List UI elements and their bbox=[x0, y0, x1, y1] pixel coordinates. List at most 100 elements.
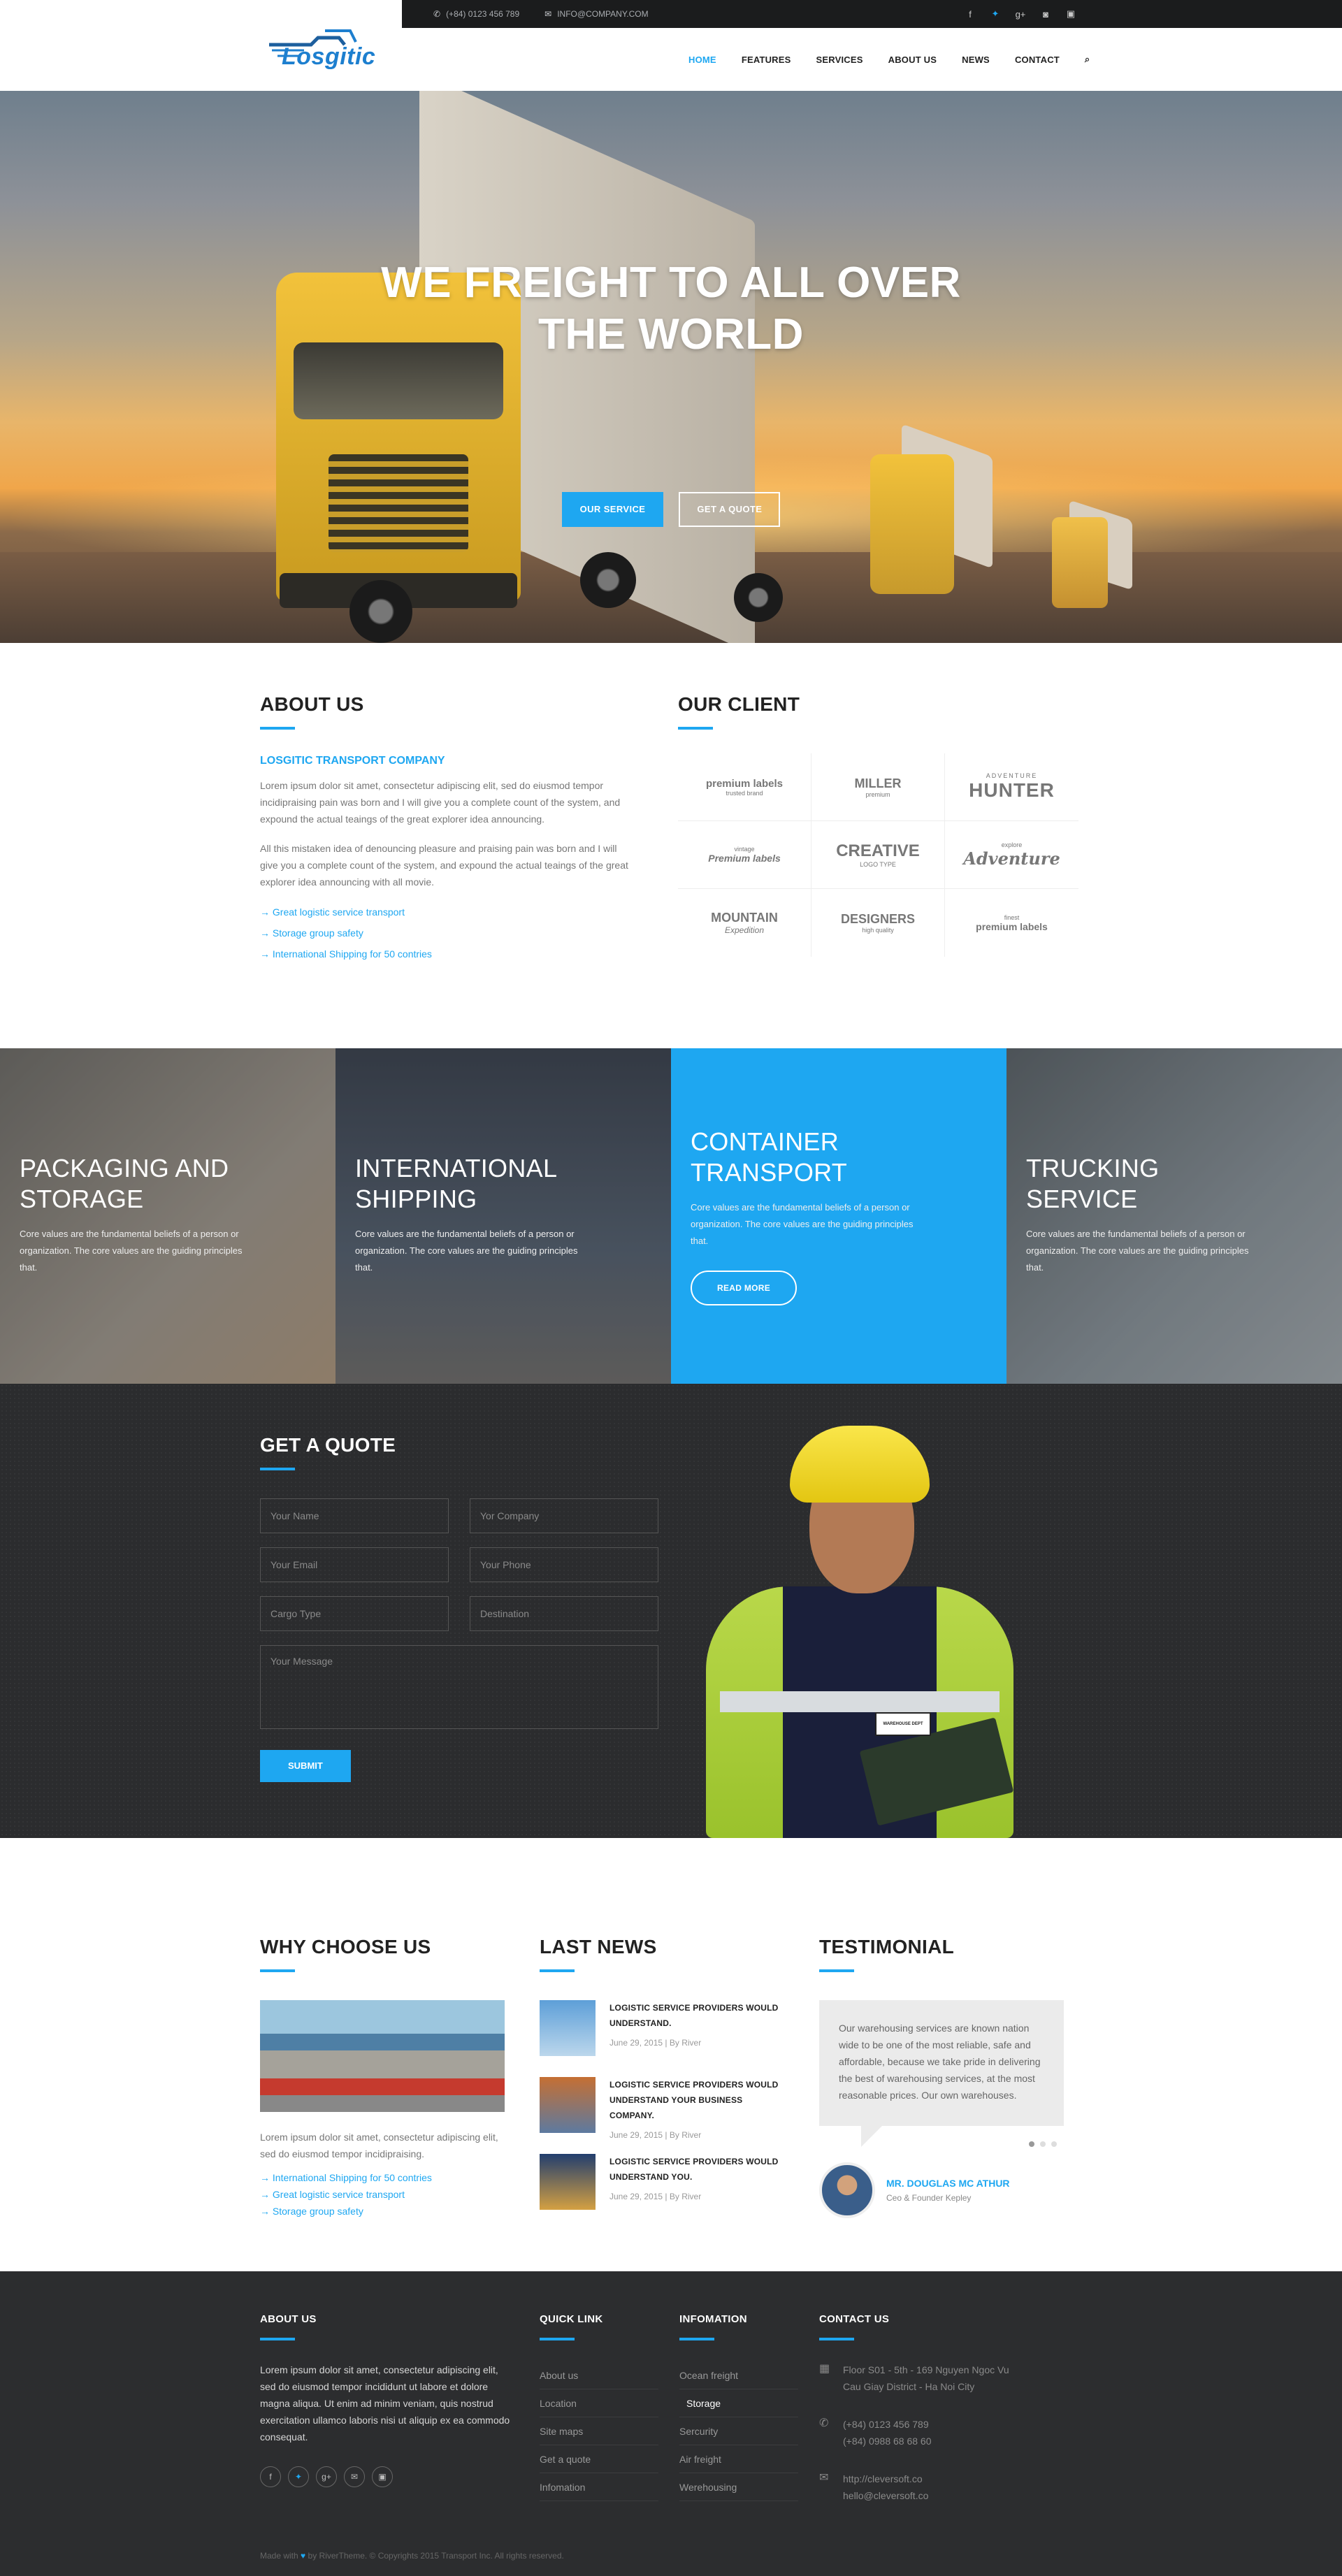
news-item[interactable]: LOGISTIC SERVICE PROVIDERS WOULD UNDERST… bbox=[540, 2000, 784, 2056]
news-item[interactable]: LOGISTIC SERVICE PROVIDERS WOULD UNDERST… bbox=[540, 2077, 784, 2140]
get-a-quote-button[interactable]: GET A QUOTE bbox=[679, 492, 781, 527]
footer-link[interactable]: Air freight bbox=[679, 2445, 798, 2473]
destination-input[interactable]: Destination bbox=[470, 1596, 658, 1631]
news-meta: June 29, 2015 | By River bbox=[609, 2192, 702, 2201]
carousel-dot[interactable] bbox=[1029, 2141, 1034, 2147]
nav-home[interactable]: HOME bbox=[688, 55, 716, 65]
read-more-button[interactable]: READ MORE bbox=[691, 1271, 798, 1305]
footer-link[interactable]: Storage bbox=[679, 2389, 798, 2417]
news-headline[interactable]: LOGISTIC SERVICE PROVIDERS WOULD UNDERST… bbox=[609, 2154, 784, 2185]
facebook-icon[interactable]: f bbox=[965, 9, 976, 20]
news-headline[interactable]: LOGISTIC SERVICE PROVIDERS WOULD UNDERST… bbox=[609, 2000, 784, 2031]
title-underline bbox=[260, 2338, 295, 2340]
news-thumbnail[interactable] bbox=[540, 2154, 596, 2210]
about-subtitle: LOSGITIC TRANSPORT COMPANY bbox=[260, 755, 445, 767]
why-link[interactable]: → International Shipping for 50 contries bbox=[260, 2169, 505, 2186]
service-card-trucking[interactable]: TRUCKING SERVICE Core values are the fund… bbox=[1006, 1048, 1342, 1384]
footer-link[interactable]: Location bbox=[540, 2389, 658, 2417]
worker-badge: WAREHOUSE DEPT bbox=[875, 1712, 931, 1736]
twitter-icon[interactable]: ✦ bbox=[288, 2466, 309, 2487]
nav-about-us[interactable]: ABOUT US bbox=[888, 55, 937, 65]
name-input[interactable]: Your Name bbox=[260, 1498, 449, 1533]
message-textarea[interactable]: Your Message bbox=[260, 1645, 658, 1729]
search-icon[interactable]: ⌕ bbox=[1085, 54, 1090, 65]
google-plus-icon[interactable]: g+ bbox=[316, 2466, 337, 2487]
title-underline bbox=[260, 727, 295, 730]
hero-buttons: OUR SERVICE GET A QUOTE bbox=[0, 492, 1342, 527]
heart-icon: ♥ bbox=[301, 2551, 306, 2561]
mail-icon[interactable]: ✉ bbox=[344, 2466, 365, 2487]
carousel-dot[interactable] bbox=[1051, 2141, 1057, 2147]
why-links: → International Shipping for 50 contries… bbox=[260, 2169, 505, 2220]
contact-phones: ✆ (+84) 0123 456 789 (+84) 0988 68 68 60 bbox=[819, 2416, 1043, 2450]
google-plus-icon[interactable]: g+ bbox=[1015, 9, 1026, 20]
testimonial-title: TESTIMONIAL bbox=[819, 1936, 955, 1958]
footer-link[interactable]: Sercurity bbox=[679, 2417, 798, 2445]
title-underline bbox=[678, 727, 713, 730]
client-logo[interactable]: MOUNTAIN Expedition bbox=[678, 889, 811, 957]
client-logo[interactable]: finest premium labels bbox=[945, 889, 1078, 957]
service-card-shipping[interactable]: INTERNATIONAL SHIPPING Core values are th… bbox=[336, 1048, 671, 1384]
client-logo[interactable]: DESIGNERS high quality bbox=[811, 889, 945, 957]
about-link[interactable]: → Great logistic service transport bbox=[260, 902, 637, 922]
email-input[interactable]: Your Email bbox=[260, 1547, 449, 1582]
news-headline[interactable]: LOGISTIC SERVICE PROVIDERS WOULD UNDERST… bbox=[609, 2077, 784, 2123]
service-card-packaging[interactable]: PACKAGING AND STORAGE Core values are the… bbox=[0, 1048, 336, 1384]
news-thumbnail[interactable] bbox=[540, 2000, 596, 2056]
service-title: INTERNATIONAL SHIPPING bbox=[355, 1154, 558, 1213]
footer-link[interactable]: About us bbox=[540, 2361, 658, 2389]
service-description: Core values are the fundamental beliefs … bbox=[355, 1229, 578, 1273]
author-name: MR. DOUGLAS MC ATHUR bbox=[886, 2178, 1010, 2189]
title-underline bbox=[540, 2338, 575, 2340]
news-thumbnail[interactable] bbox=[540, 2077, 596, 2133]
site-footer: ABOUT US Lorem ipsum dolor sit amet, con… bbox=[0, 2271, 1342, 2576]
cargo-type-input[interactable]: Cargo Type bbox=[260, 1596, 449, 1631]
nav-services[interactable]: SERVICES bbox=[816, 55, 863, 65]
footer-link[interactable]: Infomation bbox=[540, 2473, 658, 2501]
footer-quick-links: QUICK LINK About us Location Site maps G… bbox=[540, 2313, 658, 2501]
company-input[interactable]: Yor Company bbox=[470, 1498, 658, 1533]
nav-features[interactable]: FEATURES bbox=[742, 55, 791, 65]
logo[interactable]: Losgitic bbox=[262, 14, 388, 77]
our-service-button[interactable]: OUR SERVICE bbox=[561, 492, 664, 527]
title-underline bbox=[260, 1468, 295, 1470]
nav-news[interactable]: NEWS bbox=[962, 55, 990, 65]
why-link[interactable]: → Storage group safety bbox=[260, 2203, 505, 2220]
top-email[interactable]: ✉ INFO@COMPANY.COM bbox=[544, 9, 648, 19]
about-link[interactable]: → International Shipping for 50 contries bbox=[260, 943, 637, 964]
quote-fields: Your Name Yor Company Your Email Your Ph… bbox=[260, 1498, 658, 1729]
footer-link[interactable]: Site maps bbox=[540, 2417, 658, 2445]
title-underline bbox=[260, 1969, 295, 1972]
contact-info: ✆ (+84) 0123 456 789 ✉ INFO@COMPANY.COM bbox=[433, 0, 649, 28]
service-title: PACKAGING AND STORAGE bbox=[20, 1154, 229, 1213]
about-section: ABOUT US LOSGITIC TRANSPORT COMPANY Lore… bbox=[0, 643, 1342, 1048]
why-link[interactable]: → Great logistic service transport bbox=[260, 2186, 505, 2203]
nav-contact[interactable]: CONTACT bbox=[1015, 55, 1060, 65]
footer-link[interactable]: Werehousing bbox=[679, 2473, 798, 2501]
service-card-container[interactable]: CONTAINER TRANSPORT Core values are the f… bbox=[671, 1048, 1006, 1384]
client-logo[interactable]: explore Adventure bbox=[945, 821, 1078, 889]
footer-information: INFOMATION Ocean freight Storage Sercuri… bbox=[679, 2313, 798, 2501]
news-item[interactable]: LOGISTIC SERVICE PROVIDERS WOULD UNDERST… bbox=[540, 2154, 784, 2210]
instagram-icon[interactable]: ◙ bbox=[1040, 9, 1051, 20]
about-link[interactable]: → Storage group safety bbox=[260, 922, 637, 943]
information-list: Ocean freight Storage Sercurity Air frei… bbox=[679, 2361, 798, 2501]
twitter-icon[interactable]: ✦ bbox=[990, 8, 1001, 20]
linkedin-icon[interactable]: ▣ bbox=[372, 2466, 393, 2487]
client-logo[interactable]: ADVENTURE HUNTER bbox=[945, 753, 1078, 821]
carousel-dot[interactable] bbox=[1040, 2141, 1046, 2147]
client-logo[interactable]: premium labels trusted brand bbox=[678, 753, 811, 821]
footer-link[interactable]: Get a quote bbox=[540, 2445, 658, 2473]
contact-web: ✉ http://cleversoft.co hello@cleversoft.c… bbox=[819, 2470, 1043, 2504]
copyright: Made with ♥ by RiverTheme. © Copyrights … bbox=[260, 2551, 564, 2561]
client-logo[interactable]: MILLER premium bbox=[811, 753, 945, 821]
client-logo[interactable]: vintage Premium labels bbox=[678, 821, 811, 889]
site-header: Losgitic HOME FEATURES SERVICES ABOUT US… bbox=[0, 28, 1342, 91]
submit-button[interactable]: SUBMIT bbox=[260, 1750, 351, 1782]
footer-link[interactable]: Ocean freight bbox=[679, 2361, 798, 2389]
phone-input[interactable]: Your Phone bbox=[470, 1547, 658, 1582]
facebook-icon[interactable]: f bbox=[260, 2466, 281, 2487]
linkedin-icon[interactable]: ▣ bbox=[1065, 8, 1076, 20]
carousel-dots bbox=[1029, 2141, 1057, 2147]
client-logo[interactable]: CREATIVE LOGO TYPE bbox=[811, 821, 945, 889]
